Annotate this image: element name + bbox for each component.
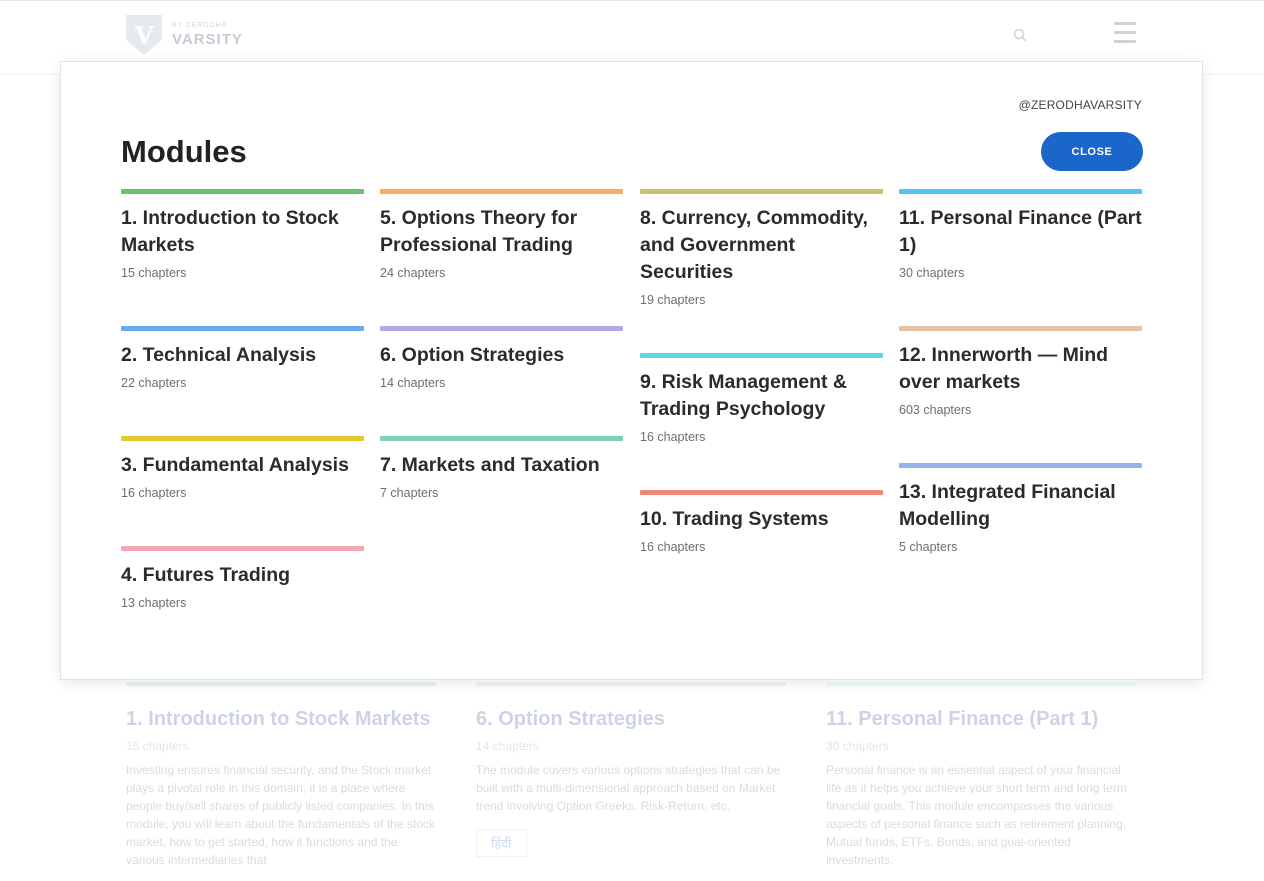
module-chapters: 22 chapters bbox=[121, 376, 187, 390]
module-title[interactable]: 8. Currency, Commodity, and Government S… bbox=[640, 205, 883, 286]
module-color-bar bbox=[121, 326, 364, 331]
bg-module-color-bar bbox=[126, 682, 436, 686]
logo-text: BY ZERODHA VARSITY bbox=[172, 22, 243, 48]
logo-brand: VARSITY bbox=[172, 31, 243, 48]
module-color-bar bbox=[899, 463, 1142, 468]
module-chapters: 19 chapters bbox=[640, 293, 706, 307]
bg-module-chapters: 15 chapters bbox=[126, 739, 189, 753]
module-title[interactable]: 1. Introduction to Stock Markets bbox=[121, 205, 364, 259]
module-title[interactable]: 9. Risk Management & Trading Psychology bbox=[640, 369, 883, 423]
bg-module-color-bar bbox=[826, 682, 1136, 686]
module-item[interactable]: 5. Options Theory for Professional Tradi… bbox=[380, 189, 623, 280]
module-item[interactable]: 4. Futures Trading 13 chapters bbox=[121, 546, 364, 610]
module-item[interactable]: 12. Innerworth — Mind over markets 603 ch… bbox=[899, 326, 1142, 417]
module-item[interactable]: 13. Integrated Financial Modelling 5 chap… bbox=[899, 463, 1142, 554]
bg-module-card[interactable]: 6. Option Strategies 14 chapters The mod… bbox=[476, 682, 786, 857]
module-title[interactable]: 10. Trading Systems bbox=[640, 506, 883, 533]
bg-module-title[interactable]: 11. Personal Finance (Part 1) bbox=[826, 706, 1136, 733]
module-chapters: 16 chapters bbox=[640, 540, 706, 554]
module-color-bar bbox=[380, 326, 623, 331]
module-title[interactable]: 6. Option Strategies bbox=[380, 342, 623, 369]
modules-column-2: 5. Options Theory for Professional Tradi… bbox=[380, 189, 623, 546]
module-item[interactable]: 3. Fundamental Analysis 16 chapters bbox=[121, 436, 364, 500]
module-title[interactable]: 11. Personal Finance (Part 1) bbox=[899, 205, 1142, 259]
modal-title: Modules bbox=[121, 134, 247, 169]
module-item[interactable]: 10. Trading Systems 16 chapters bbox=[640, 490, 883, 554]
module-chapters: 15 chapters bbox=[121, 266, 187, 280]
module-title[interactable]: 3. Fundamental Analysis bbox=[121, 452, 364, 479]
module-color-bar bbox=[121, 189, 364, 194]
module-color-bar bbox=[121, 546, 364, 551]
background-module-grid: 1. Introduction to Stock Markets 15 chap… bbox=[126, 682, 1138, 881]
module-chapters: 14 chapters bbox=[380, 376, 446, 390]
module-color-bar bbox=[899, 189, 1142, 194]
module-color-bar bbox=[380, 189, 623, 194]
modules-modal: @ZERODHAVARSITY Modules CLOSE 1. Introdu… bbox=[60, 61, 1203, 680]
module-chapters: 7 chapters bbox=[380, 486, 439, 500]
module-title[interactable]: 2. Technical Analysis bbox=[121, 342, 364, 369]
logo-subtitle: BY ZERODHA bbox=[172, 22, 228, 29]
module-title[interactable]: 12. Innerworth — Mind over markets bbox=[899, 342, 1142, 396]
modules-column-4: 11. Personal Finance (Part 1) 30 chapters… bbox=[899, 189, 1142, 600]
module-item[interactable]: 2. Technical Analysis 22 chapters bbox=[121, 326, 364, 390]
bg-module-description: Personal finance is an essential aspect … bbox=[826, 763, 1127, 867]
varsity-logo[interactable]: V BY ZERODHA VARSITY bbox=[126, 15, 243, 55]
module-item[interactable]: 8. Currency, Commodity, and Government S… bbox=[640, 189, 883, 307]
module-title[interactable]: 7. Markets and Taxation bbox=[380, 452, 623, 479]
module-color-bar bbox=[640, 353, 883, 358]
bg-module-description: Investing ensures financial security, an… bbox=[126, 763, 435, 867]
module-item[interactable]: 11. Personal Finance (Part 1) 30 chapters bbox=[899, 189, 1142, 280]
bg-module-chapters: 14 chapters bbox=[476, 739, 539, 753]
modules-column-3: 8. Currency, Commodity, and Government S… bbox=[640, 189, 883, 600]
bg-module-chapters: 30 chapters bbox=[826, 739, 889, 753]
bg-module-color-bar bbox=[476, 682, 786, 686]
module-chapters: 30 chapters bbox=[899, 266, 965, 280]
hamburger-menu-icon[interactable] bbox=[1114, 22, 1136, 44]
module-chapters: 5 chapters bbox=[899, 540, 958, 554]
shield-logo-icon: V bbox=[126, 15, 162, 55]
module-color-bar bbox=[121, 436, 364, 441]
module-color-bar bbox=[640, 189, 883, 194]
module-chapters: 16 chapters bbox=[121, 486, 187, 500]
close-button[interactable]: CLOSE bbox=[1041, 132, 1143, 171]
module-chapters: 16 chapters bbox=[640, 430, 706, 444]
module-chapters: 603 chapters bbox=[899, 403, 972, 417]
twitter-handle[interactable]: @ZERODHAVARSITY bbox=[1019, 98, 1142, 112]
bg-module-card[interactable]: 1. Introduction to Stock Markets 15 chap… bbox=[126, 682, 436, 869]
bg-module-description: The module covers various options strate… bbox=[476, 763, 781, 813]
module-item[interactable]: 9. Risk Management & Trading Psychology 1… bbox=[640, 353, 883, 444]
module-title[interactable]: 13. Integrated Financial Modelling bbox=[899, 479, 1142, 533]
module-color-bar bbox=[380, 436, 623, 441]
module-chapters: 13 chapters bbox=[121, 596, 187, 610]
module-item[interactable]: 6. Option Strategies 14 chapters bbox=[380, 326, 623, 390]
search-icon[interactable] bbox=[1013, 28, 1027, 42]
module-title[interactable]: 4. Futures Trading bbox=[121, 562, 364, 589]
module-item[interactable]: 1. Introduction to Stock Markets 15 chapt… bbox=[121, 189, 364, 280]
module-title[interactable]: 5. Options Theory for Professional Tradi… bbox=[380, 205, 623, 259]
bg-module-card[interactable]: 11. Personal Finance (Part 1) 30 chapter… bbox=[826, 682, 1136, 869]
modules-column-1: 1. Introduction to Stock Markets 15 chapt… bbox=[121, 189, 364, 656]
module-item[interactable]: 7. Markets and Taxation 7 chapters bbox=[380, 436, 623, 500]
hindi-language-button[interactable]: हिंदी bbox=[476, 829, 527, 857]
module-color-bar bbox=[640, 490, 883, 495]
bg-module-title[interactable]: 1. Introduction to Stock Markets bbox=[126, 706, 436, 733]
module-chapters: 24 chapters bbox=[380, 266, 446, 280]
bg-module-title[interactable]: 6. Option Strategies bbox=[476, 706, 786, 733]
module-color-bar bbox=[899, 326, 1142, 331]
